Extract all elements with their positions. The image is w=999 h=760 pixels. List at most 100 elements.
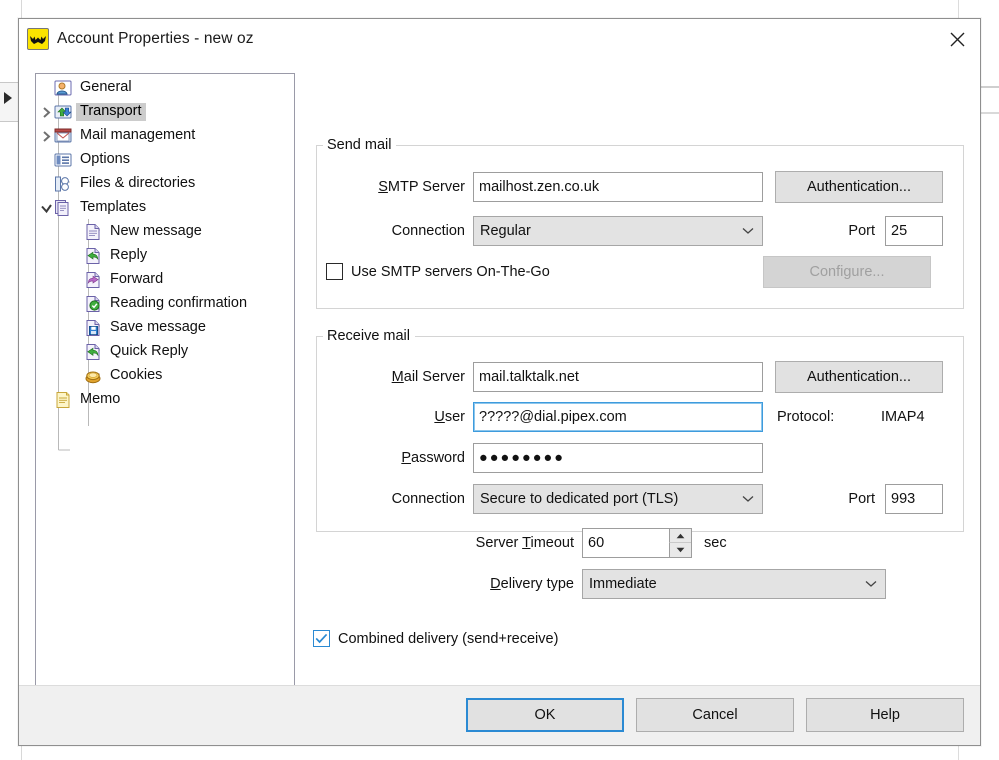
server-timeout-label: Server Timeout (316, 535, 574, 551)
receive-port-input[interactable] (885, 484, 943, 514)
use-smtp-on-the-go-row[interactable]: Use SMTP servers On-The-Go (326, 263, 550, 280)
receive-connection-label: Connection (317, 491, 465, 507)
use-smtp-on-the-go-checkbox[interactable] (326, 263, 343, 280)
receive-connection-select[interactable]: Secure to dedicated port (TLS) (473, 484, 763, 514)
send-mail-group: Send mail SMTP Server Authentication... … (316, 137, 964, 309)
sidebar-item-label: Templates (76, 199, 150, 217)
settings-tree[interactable]: General Transport Mail management Options Fi… (35, 73, 295, 719)
sidebar-item-files-directories[interactable]: Files & directories (36, 172, 294, 196)
dialog-body: General Transport Mail management Options Fi… (19, 59, 980, 745)
sidebar-item-mail-management[interactable]: Mail management (36, 124, 294, 148)
smtp-server-label: SMTP Server (317, 179, 465, 195)
server-timeout-input[interactable] (583, 529, 665, 557)
expand-arrow-icon[interactable] (4, 92, 12, 104)
reply-green-arrow-icon (84, 247, 102, 265)
protocol-label: Protocol: (777, 409, 861, 425)
combined-delivery-row[interactable]: Combined delivery (send+receive) (313, 630, 558, 647)
templates-stack-icon (54, 199, 72, 217)
sidebar-item-label: Mail management (76, 127, 199, 145)
sidebar-item-transport[interactable]: Transport (36, 100, 294, 124)
cookies-icon (84, 367, 102, 385)
quick-reply-icon (84, 343, 102, 361)
receive-authentication-button[interactable]: Authentication... (775, 361, 943, 393)
receive-mail-group: Receive mail Mail Server Authentication.… (316, 328, 964, 532)
combined-delivery-label: Combined delivery (send+receive) (338, 631, 558, 647)
send-connection-select[interactable]: Regular (473, 216, 763, 246)
save-disk-icon (84, 319, 102, 337)
use-smtp-on-the-go-label: Use SMTP servers On-The-Go (351, 264, 550, 280)
chevron-down-icon[interactable] (38, 200, 54, 216)
sidebar-item-label: New message (106, 223, 206, 241)
sidebar-item-cookies[interactable]: Cookies (36, 364, 294, 388)
help-button[interactable]: Help (806, 698, 964, 732)
server-timeout-row: Server Timeout sec (316, 528, 964, 558)
send-mail-legend: Send mail (323, 137, 396, 153)
options-list-icon (54, 151, 72, 169)
send-connection-label: Connection (317, 223, 465, 239)
smtp-server-input[interactable] (473, 172, 763, 202)
delivery-type-select[interactable]: Immediate (582, 569, 886, 599)
delivery-type-value: Immediate (589, 576, 657, 592)
password-label: Password (317, 450, 465, 466)
sidebar-item-reply[interactable]: Reply (36, 244, 294, 268)
title-bar: Account Properties - new oz (19, 19, 980, 59)
transport-arrows-icon (54, 103, 72, 121)
sidebar-item-forward[interactable]: Forward (36, 268, 294, 292)
sidebar-item-label: General (76, 79, 136, 97)
sidebar-item-label: Options (76, 151, 134, 169)
cancel-button[interactable]: Cancel (636, 698, 794, 732)
chevron-down-icon (742, 223, 754, 239)
sidebar-item-general[interactable]: General (36, 76, 294, 100)
configure-button[interactable]: Configure... (763, 256, 931, 288)
sidebar-item-new-message[interactable]: New message (36, 220, 294, 244)
stepper-up-icon[interactable] (669, 529, 691, 543)
sidebar-item-label: Reply (106, 247, 151, 265)
send-authentication-button[interactable]: Authentication... (775, 171, 943, 203)
server-timeout-spin-buttons[interactable] (669, 529, 691, 557)
forward-purple-arrow-icon (84, 271, 102, 289)
mail-management-icon (54, 127, 72, 145)
sidebar-item-label: Forward (106, 271, 167, 289)
stepper-down-icon[interactable] (669, 543, 691, 557)
password-input[interactable] (473, 443, 763, 473)
window-title: Account Properties - new oz (57, 30, 254, 48)
chevron-right-icon[interactable] (38, 104, 54, 120)
mail-server-label: Mail Server (317, 369, 465, 385)
files-directories-icon (54, 175, 72, 193)
delivery-type-row: Delivery type Immediate (316, 569, 964, 599)
server-timeout-stepper[interactable] (582, 528, 692, 558)
bat-icon (27, 28, 49, 50)
chevron-down-icon (742, 491, 754, 507)
document-icon (84, 223, 102, 241)
sidebar-item-label: Files & directories (76, 175, 199, 193)
close-button[interactable] (934, 19, 980, 59)
user-input[interactable] (473, 402, 763, 432)
chevron-right-icon[interactable] (38, 128, 54, 144)
sidebar-item-memo[interactable]: Memo (36, 388, 294, 412)
send-port-input[interactable] (885, 216, 943, 246)
sidebar-item-quick-reply[interactable]: Quick Reply (36, 340, 294, 364)
sidebar-item-templates[interactable]: Templates (36, 196, 294, 220)
delivery-type-label: Delivery type (316, 576, 574, 592)
protocol-value: IMAP4 (881, 409, 925, 425)
dialog-footer: OK Cancel Help (19, 685, 980, 745)
user-label: User (317, 409, 465, 425)
transport-settings-pane: Send mail SMTP Server Authentication... … (303, 73, 965, 719)
receive-mail-legend: Receive mail (323, 328, 415, 344)
sidebar-item-reading-confirmation[interactable]: Reading confirmation (36, 292, 294, 316)
confirmation-check-icon (84, 295, 102, 313)
sidebar-item-save-message[interactable]: Save message (36, 316, 294, 340)
sidebar-item-label: Cookies (106, 367, 166, 385)
receive-connection-value: Secure to dedicated port (TLS) (480, 491, 678, 507)
receive-port-label: Port (837, 491, 875, 507)
sidebar-item-label: Reading confirmation (106, 295, 251, 313)
combined-delivery-checkbox[interactable] (313, 630, 330, 647)
chevron-down-icon (865, 576, 877, 592)
sidebar-item-label: Save message (106, 319, 210, 337)
mail-server-input[interactable] (473, 362, 763, 392)
sidebar-item-label: Transport (76, 103, 146, 121)
server-timeout-unit: sec (704, 535, 727, 551)
ok-button[interactable]: OK (466, 698, 624, 732)
sidebar-item-options[interactable]: Options (36, 148, 294, 172)
sidebar-item-label: Quick Reply (106, 343, 192, 361)
